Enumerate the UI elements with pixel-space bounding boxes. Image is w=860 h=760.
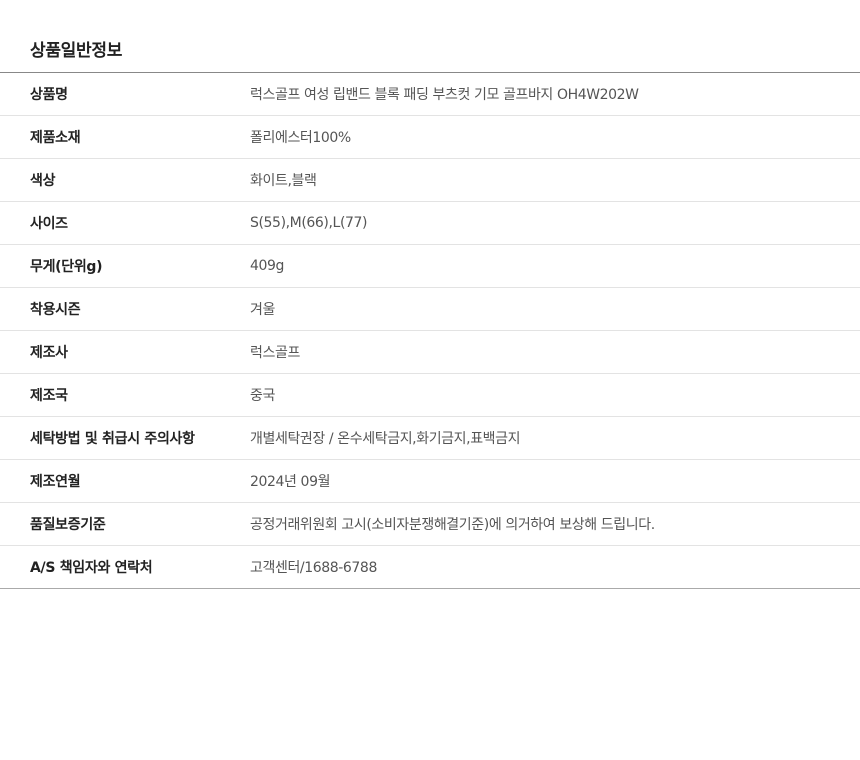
info-row-weight: 무게(단위g) 409g [0,245,860,288]
info-label: 품질보증기준 [30,517,106,533]
info-label: 제품소재 [30,130,81,146]
info-label: 세탁방법 및 취급시 주의사항 [30,431,195,447]
product-info-table: 상품명 럭스골프 여성 립밴드 블록 패딩 부츠컷 기모 골프바지 OH4W20… [0,72,860,589]
info-row-as-contact: A/S 책임자와 연락처 고객센터/1688-6788 [0,546,860,588]
info-row-product-name: 상품명 럭스골프 여성 립밴드 블록 패딩 부츠컷 기모 골프바지 OH4W20… [0,73,860,116]
info-value: 럭스골프 여성 립밴드 블록 패딩 부츠컷 기모 골프바지 OH4W202W [250,87,639,103]
info-label: 착용시즌 [30,302,81,318]
info-label: 무게(단위g) [30,259,103,275]
info-label: 제조국 [30,388,68,404]
info-label: 색상 [30,173,56,189]
info-row-color: 색상 화이트,블랙 [0,159,860,202]
info-value: 공정거래위원회 고시(소비자분쟁해결기준)에 의거하여 보상해 드립니다. [250,517,655,533]
info-label: 사이즈 [30,216,68,232]
info-row-care: 세탁방법 및 취급시 주의사항 개별세탁권장 / 온수세탁금지,화기금지,표백금… [0,417,860,460]
info-value: 개별세탁권장 / 온수세탁금지,화기금지,표백금지 [250,431,521,447]
section-title: 상품일반정보 [30,41,123,61]
info-row-manufacturer: 제조사 럭스골프 [0,331,860,374]
info-label: A/S 책임자와 연락처 [30,560,153,576]
info-row-country: 제조국 중국 [0,374,860,417]
info-label: 제조사 [30,345,68,361]
info-value: S(55),M(66),L(77) [250,215,368,231]
info-value: 고객센터/1688-6788 [250,560,377,576]
info-value: 409g [250,258,285,274]
info-row-manufacture-date: 제조연월 2024년 09월 [0,460,860,503]
info-label: 상품명 [30,87,68,103]
info-row-quality-guarantee: 품질보증기준 공정거래위원회 고시(소비자분쟁해결기준)에 의거하여 보상해 드… [0,503,860,546]
info-value: 2024년 09월 [250,474,331,490]
info-row-size: 사이즈 S(55),M(66),L(77) [0,202,860,245]
info-row-season: 착용시즌 겨울 [0,288,860,331]
info-row-material: 제품소재 폴리에스터100% [0,116,860,159]
info-value: 중국 [250,388,275,404]
info-value: 폴리에스터100% [250,130,351,146]
info-label: 제조연월 [30,474,81,490]
info-value: 겨울 [250,302,275,318]
info-value: 화이트,블랙 [250,173,317,189]
info-value: 럭스골프 [250,345,300,361]
